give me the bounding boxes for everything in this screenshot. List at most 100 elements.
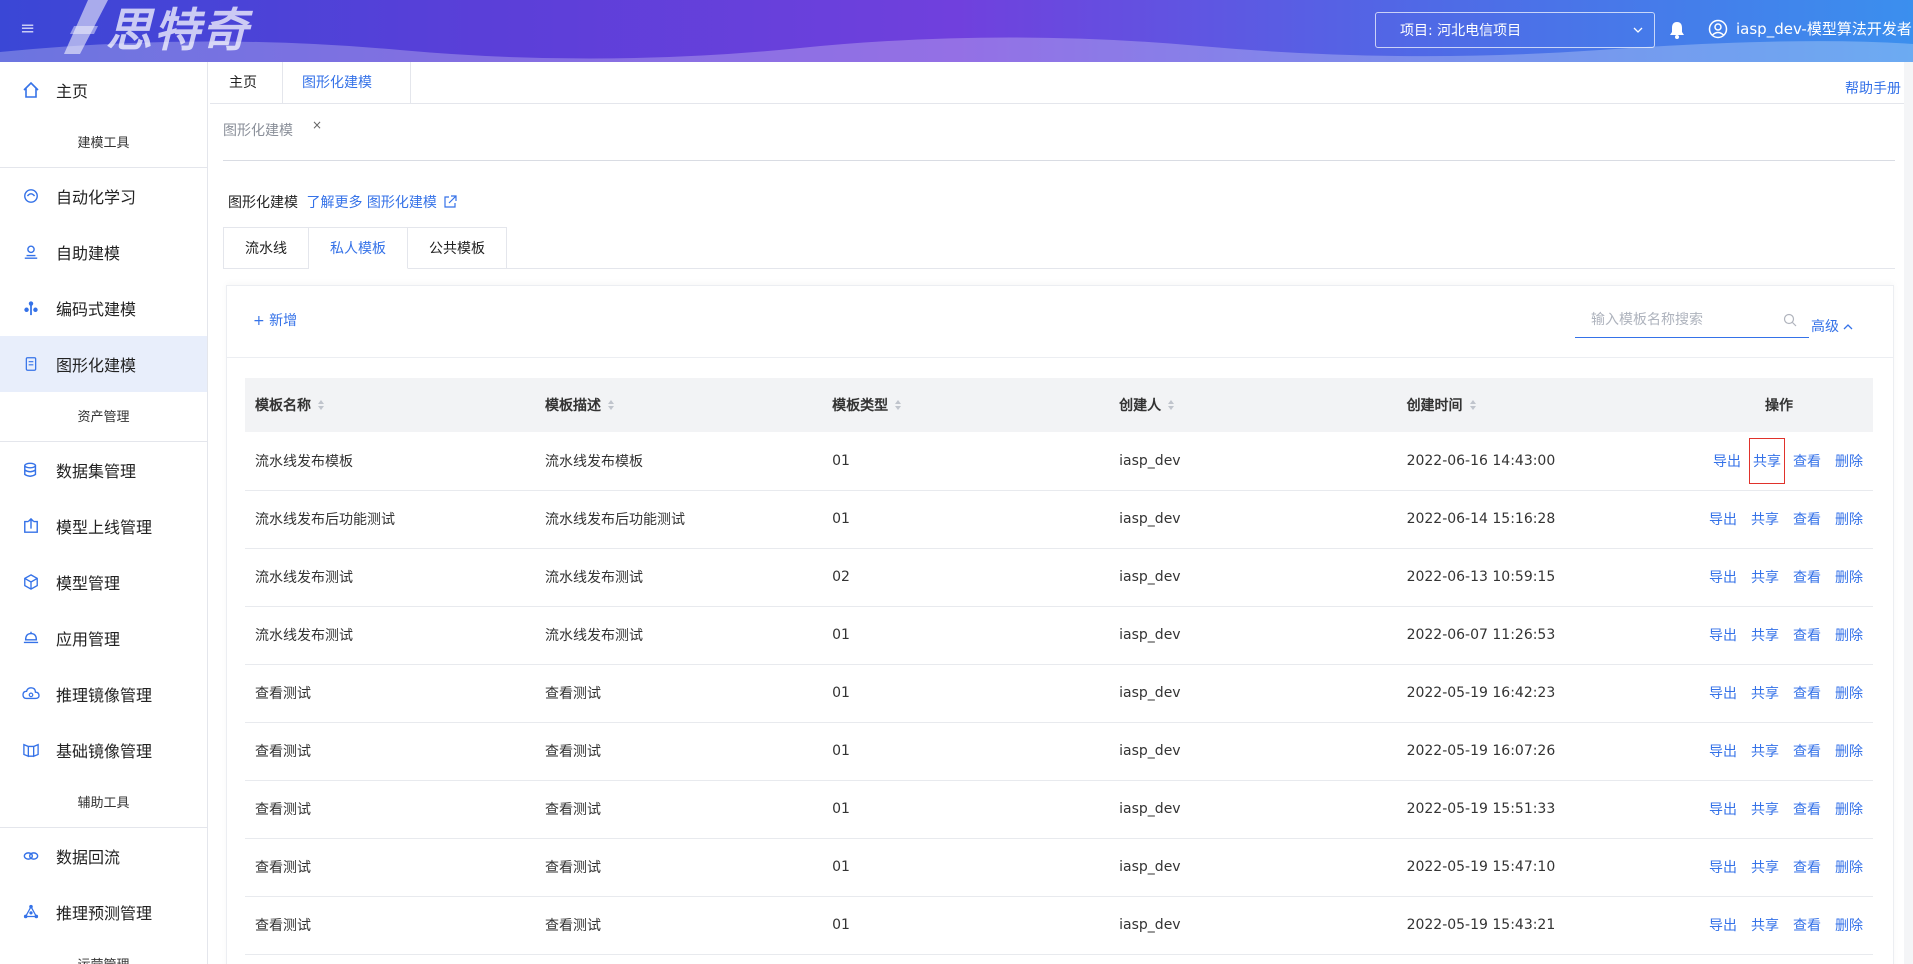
share-button[interactable]: 共享: [1751, 683, 1779, 703]
sidebar-item-auto-learning[interactable]: 自动化学习: [0, 168, 207, 224]
cell-creator: iasp_dev: [1119, 569, 1181, 585]
cell-created-time: 2022-05-19 15:47:10: [1406, 859, 1556, 875]
column-header-creator[interactable]: 创建人: [1109, 378, 1396, 432]
view-button[interactable]: 查看: [1793, 683, 1821, 703]
view-button[interactable]: 查看: [1793, 625, 1821, 645]
sidebar-item-label: 主页: [56, 82, 89, 101]
search-icon[interactable]: [1783, 313, 1797, 327]
export-button[interactable]: 导出: [1713, 451, 1741, 471]
cell-name: 流水线发布后功能测试: [255, 512, 395, 528]
add-button[interactable]: + 新增: [253, 310, 297, 330]
sidebar-item-label: 数据集管理: [56, 462, 137, 481]
tab-home[interactable]: 主页: [210, 62, 283, 104]
sidebar-item-label: 模型上线管理: [56, 518, 153, 537]
view-button[interactable]: 查看: [1793, 567, 1821, 587]
export-button[interactable]: 导出: [1709, 625, 1737, 645]
cell-type: 01: [832, 685, 850, 701]
table-row: 查看测试 查看测试 01 iasp_dev 2022-05-19 15:51:33 导出共…: [245, 780, 1873, 838]
share-button[interactable]: 共享: [1751, 741, 1779, 761]
cell-creator: iasp_dev: [1119, 627, 1181, 643]
column-header-name[interactable]: 模板名称: [245, 378, 535, 432]
export-button[interactable]: 导出: [1709, 509, 1737, 529]
view-button[interactable]: 查看: [1793, 451, 1821, 471]
sidebar-item-label: 推理预测管理: [56, 904, 153, 923]
search-input[interactable]: [1575, 304, 1775, 336]
logo: 思特奇: [58, 0, 250, 58]
export-button[interactable]: 导出: [1709, 915, 1737, 935]
share-button[interactable]: 共享: [1749, 437, 1785, 484]
delete-button[interactable]: 删除: [1835, 799, 1863, 819]
delete-button[interactable]: 删除: [1835, 857, 1863, 877]
learn-more-link[interactable]: 了解更多 图形化建模: [306, 195, 436, 211]
sidebar-item-graph-modeling[interactable]: 图形化建模: [0, 336, 207, 392]
view-button[interactable]: 查看: [1793, 857, 1821, 877]
delete-button[interactable]: 删除: [1835, 915, 1863, 935]
view-button[interactable]: 查看: [1793, 509, 1821, 529]
sidebar-item-model-deploy[interactable]: 模型上线管理: [0, 498, 207, 554]
external-link-icon[interactable]: [443, 195, 457, 209]
tab-private-template[interactable]: 私人模板: [309, 227, 408, 269]
cell-created-time: 2022-05-19 16:42:23: [1406, 685, 1556, 701]
cell-creator: iasp_dev: [1119, 685, 1181, 701]
sidebar-item-home[interactable]: 主页: [0, 62, 207, 118]
delete-button[interactable]: 删除: [1835, 625, 1863, 645]
export-button[interactable]: 导出: [1709, 683, 1737, 703]
bell-icon[interactable]: [1668, 20, 1686, 40]
sidebar-item-code-modeling[interactable]: 编码式建模: [0, 280, 207, 336]
sidebar-item-data-backflow[interactable]: 数据回流: [0, 828, 207, 884]
delete-button[interactable]: 删除: [1835, 509, 1863, 529]
page-description: 图形化建模 了解更多 图形化建模: [228, 192, 457, 212]
image-icon: [22, 741, 40, 759]
delete-button[interactable]: 删除: [1835, 741, 1863, 761]
view-button[interactable]: 查看: [1793, 799, 1821, 819]
delete-button[interactable]: 删除: [1835, 451, 1863, 471]
tab-pipeline[interactable]: 流水线: [223, 227, 309, 269]
page-tabbar: 主页 图形化建模 × 帮助手册: [210, 62, 1913, 132]
chevron-up-icon: [1843, 324, 1853, 330]
column-header-type[interactable]: 模板类型: [822, 378, 1109, 432]
sidebar-item-base-image[interactable]: 基础镜像管理: [0, 722, 207, 778]
sidebar-item-inference-prediction[interactable]: 推理预测管理: [0, 884, 207, 940]
menu-toggle-icon[interactable]: ≡: [20, 20, 40, 38]
sidebar-item-self-modeling[interactable]: 自助建模: [0, 224, 207, 280]
tab-graph-modeling[interactable]: 图形化建模 ×: [283, 62, 411, 132]
share-button[interactable]: 共享: [1751, 857, 1779, 877]
search-box: [1575, 304, 1809, 338]
cell-description: 查看测试: [545, 686, 602, 702]
cube-icon: [22, 573, 40, 591]
share-button[interactable]: 共享: [1751, 625, 1779, 645]
cell-type: 01: [832, 917, 850, 933]
scrollbar[interactable]: [1904, 62, 1913, 964]
cell-creator: iasp_dev: [1119, 511, 1181, 527]
share-button[interactable]: 共享: [1751, 509, 1779, 529]
cell-name: 查看测试: [255, 802, 311, 818]
share-button[interactable]: 共享: [1751, 915, 1779, 935]
delete-button[interactable]: 删除: [1835, 683, 1863, 703]
share-button[interactable]: 共享: [1751, 567, 1779, 587]
user-menu[interactable]: iasp_dev-模型算法开发者: [1708, 18, 1912, 39]
delete-button[interactable]: 删除: [1835, 567, 1863, 587]
help-manual-link[interactable]: 帮助手册: [1845, 62, 1901, 117]
view-button[interactable]: 查看: [1793, 741, 1821, 761]
tab-public-template[interactable]: 公共模板: [408, 227, 507, 269]
cell-creator: iasp_dev: [1119, 859, 1181, 875]
code-model-icon: [22, 299, 40, 317]
share-button[interactable]: 共享: [1751, 799, 1779, 819]
advanced-label: 高级: [1811, 319, 1839, 335]
export-button[interactable]: 导出: [1709, 567, 1737, 587]
column-header-created-time[interactable]: 创建时间: [1397, 378, 1685, 432]
column-header-description[interactable]: 模板描述: [535, 378, 822, 432]
advanced-search-toggle[interactable]: 高级: [1811, 316, 1853, 336]
export-button[interactable]: 导出: [1709, 799, 1737, 819]
export-button[interactable]: 导出: [1709, 741, 1737, 761]
export-button[interactable]: 导出: [1709, 857, 1737, 877]
sidebar-item-dataset[interactable]: 数据集管理: [0, 442, 207, 498]
sidebar-item-inference-image[interactable]: 推理镜像管理: [0, 666, 207, 722]
view-button[interactable]: 查看: [1793, 915, 1821, 935]
sidebar-item-app-management[interactable]: 应用管理: [0, 610, 207, 666]
cell-created-time: 2022-06-16 14:43:00: [1406, 452, 1556, 469]
close-icon[interactable]: ×: [312, 118, 322, 132]
project-select[interactable]: 项目: 河北电信项目: [1375, 12, 1655, 48]
sidebar-item-model-management[interactable]: 模型管理: [0, 554, 207, 610]
sort-icon: [318, 400, 324, 410]
